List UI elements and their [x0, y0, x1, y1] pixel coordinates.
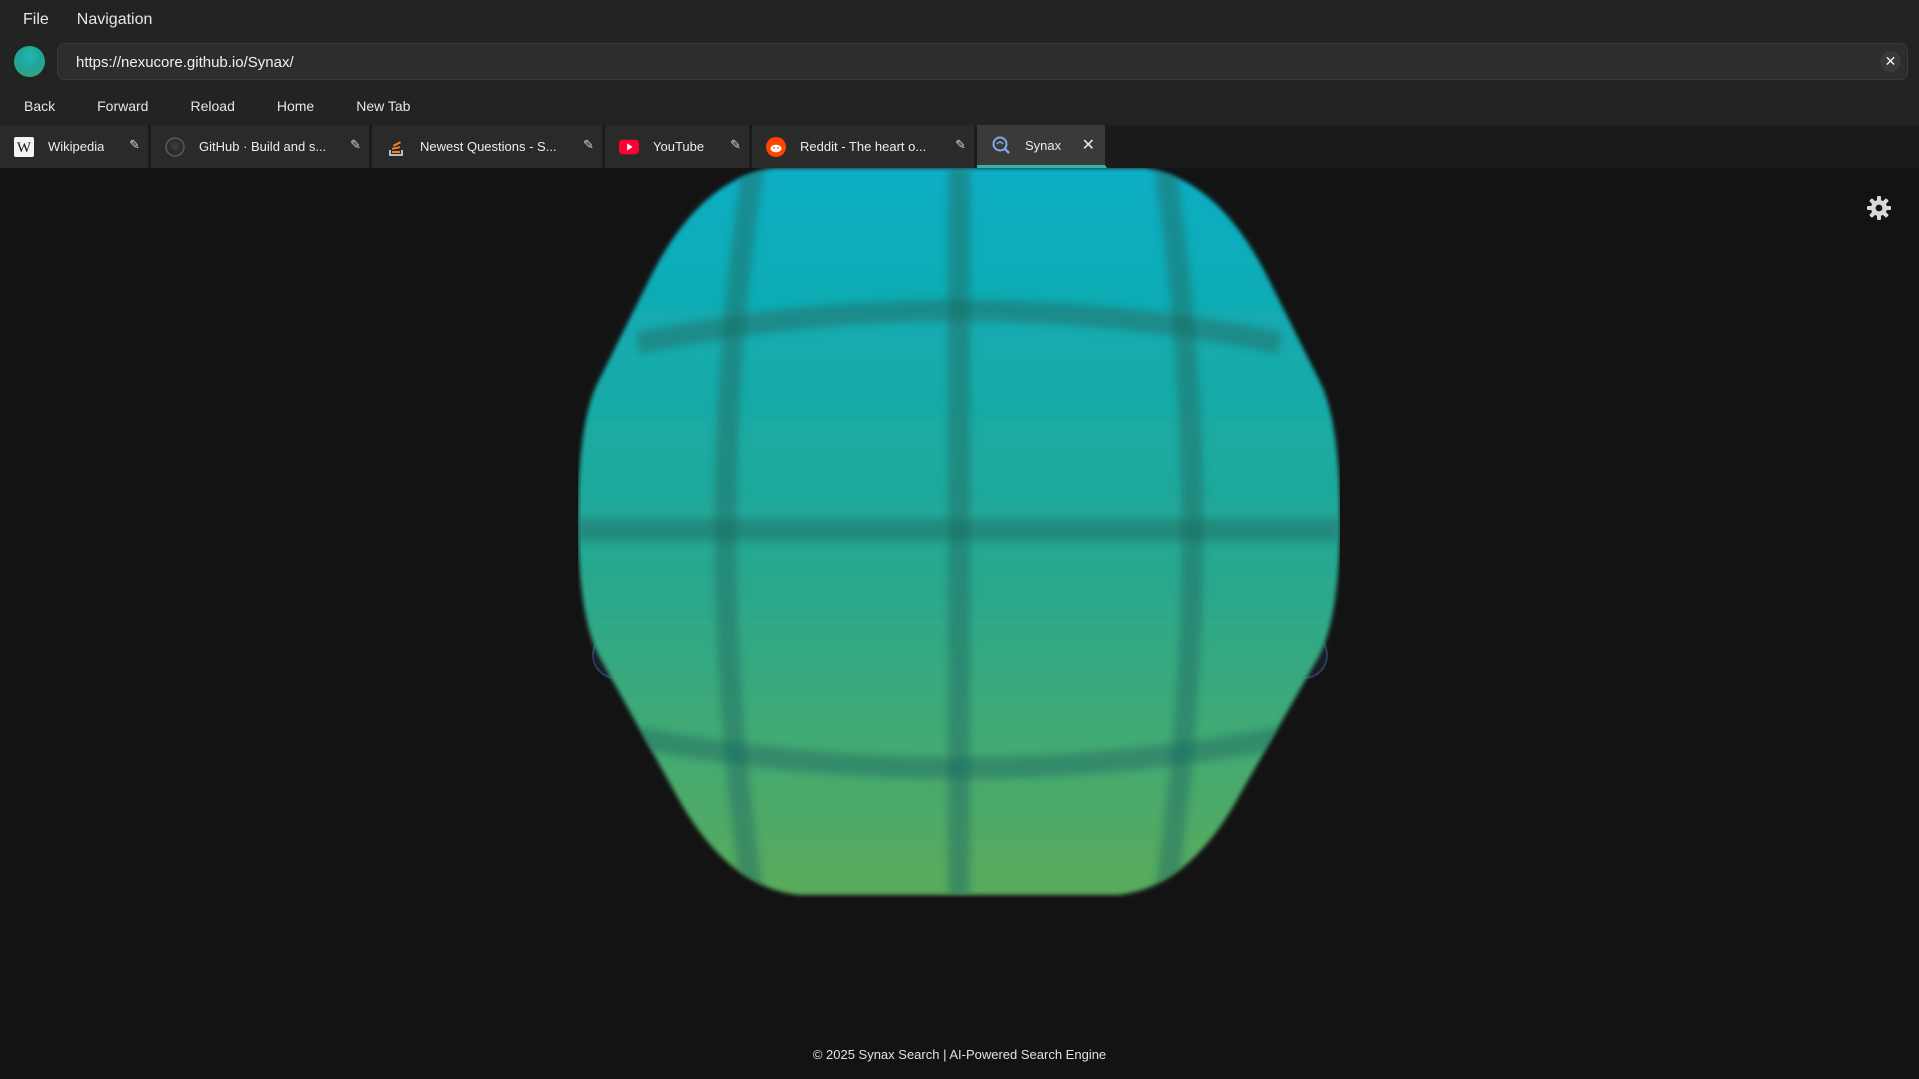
wikipedia-icon: W: [14, 136, 34, 157]
gear-icon[interactable]: [1866, 195, 1892, 221]
close-icon[interactable]: ✕: [1880, 51, 1901, 72]
pin-icon[interactable]: ✎: [730, 137, 741, 153]
forward-button[interactable]: Forward: [88, 92, 157, 120]
reddit-icon: [766, 136, 786, 157]
page-content: © 2025 Synax Search | AI-Powered Search …: [0, 168, 1919, 1079]
menu-file-label: File: [23, 11, 49, 28]
tab-reddit[interactable]: Reddit - The heart o... ✎: [752, 125, 976, 168]
tab-title: Synax: [1025, 137, 1062, 153]
tab-title: Wikipedia: [48, 139, 105, 154]
browser-chrome: File Navigation ✕ Back Forward Reload Ho…: [0, 0, 1919, 168]
url-input[interactable]: [74, 44, 1858, 81]
tab-youtube[interactable]: YouTube ✎: [605, 125, 751, 168]
back-button[interactable]: Back: [15, 92, 64, 120]
tab-strip: W Wikipedia ✎ GitHub · Build and s... ✎ …: [0, 125, 1919, 168]
address-bar[interactable]: ✕: [57, 43, 1908, 81]
synax-icon: [991, 135, 1011, 155]
youtube-icon: [619, 137, 639, 157]
browser-window: File Navigation ✕ Back Forward Reload Ho…: [0, 0, 1919, 1079]
tab-stackoverflow[interactable]: Newest Questions - S... ✎: [372, 125, 604, 168]
nav-toolbar: Back Forward Reload Home New Tab: [0, 90, 1919, 122]
new-tab-button[interactable]: New Tab: [347, 92, 419, 120]
tab-title: Newest Questions - S...: [420, 139, 557, 154]
home-button[interactable]: Home: [268, 92, 323, 120]
pin-icon[interactable]: ✎: [955, 137, 966, 153]
tab-title: GitHub · Build and s...: [199, 139, 327, 154]
tab-github[interactable]: GitHub · Build and s... ✎: [151, 125, 371, 168]
tab-synax[interactable]: Synax ✕: [977, 125, 1107, 168]
pin-icon[interactable]: ✎: [350, 137, 361, 153]
tab-wikipedia[interactable]: W Wikipedia ✎: [0, 125, 150, 168]
pin-icon[interactable]: ✎: [583, 137, 594, 153]
close-icon[interactable]: ✕: [1082, 135, 1095, 155]
footer-text: © 2025 Synax Search | AI-Powered Search …: [812, 1047, 1107, 1062]
tab-title: YouTube: [653, 139, 705, 154]
synax-globe-logo: [578, 168, 1340, 895]
svg-text:W: W: [17, 140, 32, 156]
menu-navigation-label: Navigation: [76, 11, 153, 28]
pin-icon[interactable]: ✎: [129, 137, 140, 153]
globe-icon[interactable]: [14, 46, 45, 77]
menu-navigation[interactable]: Navigation: [75, 7, 155, 33]
tab-title: Reddit - The heart o...: [800, 139, 927, 154]
reload-button[interactable]: Reload: [181, 92, 243, 120]
stackoverflow-icon: [386, 137, 406, 157]
address-row: ✕: [0, 42, 1919, 82]
github-icon: [165, 136, 185, 157]
menu-file[interactable]: File: [21, 7, 51, 33]
menu-bar: File Navigation: [0, 0, 1919, 40]
